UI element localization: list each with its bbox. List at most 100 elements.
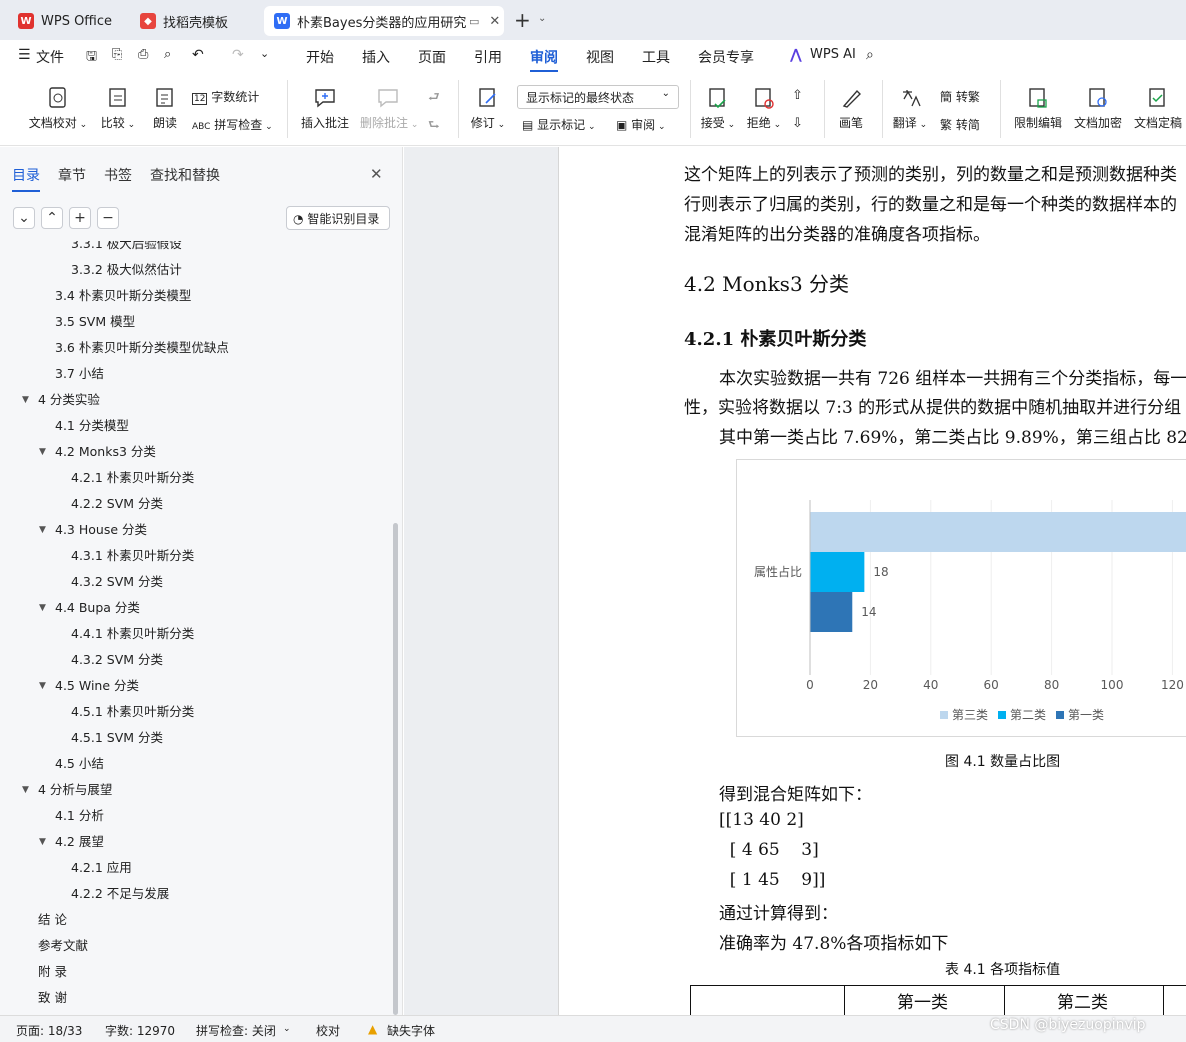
add-heading-button[interactable]: + xyxy=(69,207,91,229)
expand-arrow-icon[interactable]: ▼ xyxy=(39,520,46,540)
redo-icon[interactable]: ↷ xyxy=(232,47,244,63)
review-pane-button[interactable]: ▣ 审阅 ⌄ xyxy=(616,116,666,133)
chevron-down-icon[interactable]: ⌄ xyxy=(538,13,546,24)
expand-arrow-icon[interactable]: ▼ xyxy=(39,832,46,852)
toc-item[interactable]: 4.2.1 应用 xyxy=(71,858,132,878)
search-icon[interactable]: ⌕ xyxy=(866,47,874,63)
save-icon[interactable]: 🖫 xyxy=(86,47,97,69)
tab-toc[interactable]: 目录 xyxy=(12,165,40,192)
undo-icon[interactable]: ↶ xyxy=(192,47,204,63)
menu-file[interactable]: 文件 xyxy=(36,47,64,67)
toc-item[interactable]: 致 谢 xyxy=(38,988,67,1008)
toc-item[interactable]: 3.3.2 极大似然估计 xyxy=(71,260,182,280)
smart-toc-button[interactable]: ◔ 智能识别目录 xyxy=(286,206,390,230)
toc-item[interactable]: ▼ 4.2 展望 xyxy=(39,832,104,852)
new-tab-icon[interactable]: + xyxy=(514,8,531,32)
toc-scrollbar[interactable] xyxy=(393,523,398,1015)
menu-start[interactable]: 开始 xyxy=(306,47,334,67)
delete-comment-button[interactable]: 删除批注 ⌄ xyxy=(360,86,418,131)
toc-item[interactable]: 3.5 SVM 模型 xyxy=(55,312,135,332)
print-icon[interactable]: ⎙ xyxy=(138,47,148,62)
tab-templates[interactable]: ◆ 找稻壳模板 xyxy=(130,6,258,36)
next-change-icon[interactable]: ⇩ xyxy=(792,116,803,131)
toc-item[interactable]: 4.3.1 朴素贝叶斯分类 xyxy=(71,546,194,566)
toc-item[interactable]: 4.2.2 SVM 分类 xyxy=(71,494,163,514)
toc-item[interactable]: 3.4 朴素贝叶斯分类模型 xyxy=(55,286,191,306)
finalize-button[interactable]: 文档定稿 xyxy=(1132,86,1184,131)
toc-item[interactable]: 参考文献 xyxy=(38,936,88,956)
toc-item[interactable]: ▼ 4.4 Bupa 分类 xyxy=(39,598,140,618)
toc-item[interactable]: 4.5 小结 xyxy=(55,754,104,774)
translate-button[interactable]: 翻译 ⌄ xyxy=(892,86,928,131)
toc-item[interactable]: 4.2.1 朴素贝叶斯分类 xyxy=(71,468,194,488)
quick-access-more-icon[interactable]: ⌄ xyxy=(260,47,269,60)
expand-arrow-icon[interactable]: ▼ xyxy=(39,598,46,618)
toc-item[interactable]: 4.3.2 SVM 分类 xyxy=(71,650,163,670)
collapse-all-button[interactable]: ⌃ xyxy=(41,207,63,229)
to-traditional-button[interactable]: 簡 转繁 xyxy=(940,88,980,105)
toc-item[interactable]: 4.5.1 朴素贝叶斯分类 xyxy=(71,702,194,722)
export-icon[interactable]: ⎘ xyxy=(112,47,122,62)
toc-item[interactable]: 4.3.2 SVM 分类 xyxy=(71,572,163,592)
next-comment-icon[interactable]: ⮑ xyxy=(428,116,440,138)
toc-item[interactable]: ▼ 4.3 House 分类 xyxy=(39,520,147,540)
expand-arrow-icon[interactable]: ▼ xyxy=(22,390,29,410)
menu-tools[interactable]: 工具 xyxy=(642,47,670,67)
close-tab-icon[interactable]: ✕ xyxy=(489,14,500,29)
toc-item[interactable]: ▼ 4.2 Monks3 分类 xyxy=(39,442,156,462)
toc-item[interactable]: 3.6 朴素贝叶斯分类模型优缺点 xyxy=(55,338,229,358)
toc-item[interactable]: 3.7 小结 xyxy=(55,364,104,384)
bar-chart[interactable]: 0 20 40 60 80 100 120 18 14 属性占比 第三类 第二类 第一类 xyxy=(736,459,1186,737)
expand-all-button[interactable]: ⌄ xyxy=(13,207,35,229)
tab-sections[interactable]: 章节 xyxy=(58,165,86,185)
close-panel-icon[interactable]: ✕ xyxy=(370,165,383,183)
menu-insert[interactable]: 插入 xyxy=(362,47,390,67)
tab-find-replace[interactable]: 查找和替换 xyxy=(150,165,220,185)
compare-button[interactable]: 比较 ⌄ xyxy=(98,86,138,131)
read-aloud-button[interactable]: 朗读 xyxy=(148,86,182,131)
toc-item[interactable]: ▼ 4 分析与展望 xyxy=(22,780,112,800)
track-changes-button[interactable]: 修订 ⌄ xyxy=(470,86,506,131)
word-count-button[interactable]: 12 字数统计 xyxy=(192,88,259,105)
reject-button[interactable]: 拒绝 ⌄ xyxy=(746,86,782,131)
tab-wps-office[interactable]: W WPS Office xyxy=(8,6,124,36)
toc-item[interactable]: 4.2.2 不足与发展 xyxy=(71,884,169,904)
insert-comment-button[interactable]: 插入批注 xyxy=(300,86,350,131)
expand-arrow-icon[interactable]: ▼ xyxy=(39,676,46,696)
toc-item[interactable]: ▼ 4 分类实验 xyxy=(22,390,100,410)
wps-ai-button[interactable]: WPS AI xyxy=(810,47,856,62)
remove-heading-button[interactable]: − xyxy=(97,207,119,229)
to-simplified-button[interactable]: 繁 转简 xyxy=(940,116,980,133)
encrypt-button[interactable]: 文档加密 xyxy=(1072,86,1124,131)
expand-arrow-icon[interactable]: ▼ xyxy=(39,442,46,462)
prev-change-icon[interactable]: ⇧ xyxy=(792,88,803,103)
pen-button[interactable]: 画笔 xyxy=(836,86,866,131)
doc-check-button[interactable]: 文档校对 ⌄ xyxy=(28,86,88,131)
menu-reference[interactable]: 引用 xyxy=(474,47,502,67)
menu-member[interactable]: 会员专享 xyxy=(698,47,754,67)
menu-review[interactable]: 审阅 xyxy=(530,47,558,72)
expand-arrow-icon[interactable]: ▼ xyxy=(22,780,29,800)
missing-font-status[interactable]: 缺失字体 xyxy=(387,1022,435,1039)
accept-button[interactable]: 接受 ⌄ xyxy=(700,86,736,131)
toc-item[interactable]: 3.3.1 极大后验假设 xyxy=(71,241,182,254)
proofread-status[interactable]: 校对 xyxy=(316,1022,340,1039)
toc-item[interactable]: 4.1 分析 xyxy=(55,806,104,826)
document-page[interactable]: 这个矩阵上的列表示了预测的类别，列的数量之和是预测数据种类 行则表示了归属的类别… xyxy=(558,147,1186,1015)
menu-view[interactable]: 视图 xyxy=(586,47,614,67)
hamburger-icon[interactable]: ☰ xyxy=(18,47,31,63)
toc-item[interactable]: 4.5.1 SVM 分类 xyxy=(71,728,163,748)
menu-page[interactable]: 页面 xyxy=(418,47,446,67)
toc-item[interactable]: ▼ 4.5 Wine 分类 xyxy=(39,676,139,696)
prev-comment-icon[interactable]: ⮐ xyxy=(428,88,440,110)
spell-check-button[interactable]: ABC 拼写检查 ⌄ xyxy=(192,116,273,133)
toc-item[interactable]: 4.4.1 朴素贝叶斯分类 xyxy=(71,624,194,644)
tab-bookmarks[interactable]: 书签 xyxy=(104,165,132,185)
show-markup-button[interactable]: ▤ 显示标记 ⌄ xyxy=(522,116,596,133)
toc-item[interactable]: 结 论 xyxy=(38,910,67,930)
restrict-editing-button[interactable]: 限制编辑 xyxy=(1012,86,1064,131)
word-count-indicator[interactable]: 字数: 12970 xyxy=(105,1022,175,1039)
page-indicator[interactable]: 页面: 18/33 xyxy=(16,1022,82,1039)
spell-check-status[interactable]: 拼写检查: 关闭 xyxy=(196,1022,276,1039)
tab-document[interactable]: W 朴素Bayes分类器的应用研究与 ▭ ✕ xyxy=(264,6,504,36)
